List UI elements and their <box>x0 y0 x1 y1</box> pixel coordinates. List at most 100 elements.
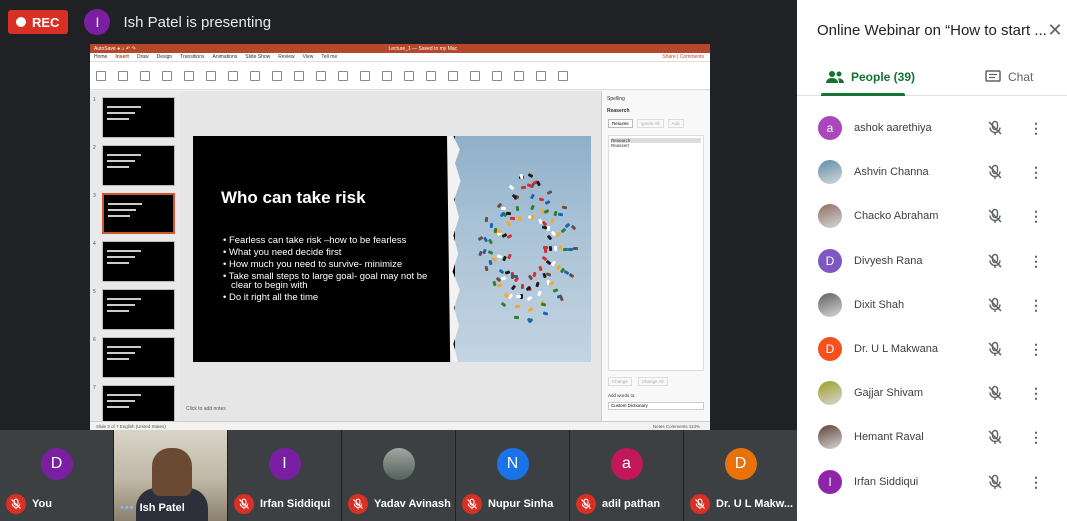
participant-row[interactable]: a ashok aarethiya ⋮ <box>797 106 1067 150</box>
mic-off-icon[interactable] <box>987 253 1003 269</box>
ribbon-tool-icon[interactable] <box>206 70 216 81</box>
participant-tile[interactable]: ••• Ish Patel <box>114 430 227 521</box>
more-options-icon[interactable]: ⋮ <box>1029 207 1043 225</box>
slide-thumbnail[interactable] <box>102 337 175 378</box>
more-options-icon[interactable]: ⋮ <box>1029 119 1043 137</box>
shared-screen[interactable]: AutoSave ● ⌂ ↶ ↷ Lecture_1 — Saved to my… <box>90 44 710 430</box>
slide-thumbnail[interactable] <box>102 97 175 138</box>
ribbon-tool-icon[interactable] <box>228 70 238 81</box>
ribbon-tool-icon[interactable] <box>250 70 260 81</box>
ribbon-tool-icon[interactable] <box>294 70 304 81</box>
tab-people[interactable]: People (39) <box>825 58 915 96</box>
ribbon-tool-icon[interactable] <box>96 70 106 81</box>
ppt-menu-insert[interactable]: Insert <box>115 54 129 60</box>
tab-chat[interactable]: Chat <box>985 58 1033 96</box>
mic-off-icon[interactable] <box>987 208 1003 224</box>
slide-thumbnail[interactable] <box>102 289 175 330</box>
ignore-all-button[interactable]: Ignore All <box>636 119 664 128</box>
dictionary-select[interactable]: Custom Dictionary <box>608 402 704 410</box>
participant-row[interactable]: I Irfan Siddiqui ⋮ <box>797 460 1067 504</box>
ribbon-tool-icon[interactable] <box>448 70 458 81</box>
ribbon-tool-icon[interactable] <box>118 70 128 81</box>
participant-tile[interactable]: D You <box>0 430 113 521</box>
participant-row[interactable]: Hemant Raval ⋮ <box>797 415 1067 459</box>
more-options-icon[interactable]: ⋮ <box>1029 473 1043 491</box>
spelling-suggestion[interactable]: Reassert <box>611 143 701 148</box>
participant-row[interactable]: D Divyesh Rana ⋮ <box>797 239 1067 283</box>
participant-tile[interactable]: Yadav Avinash <box>342 430 455 521</box>
skydiver-shape <box>536 180 542 187</box>
thumbnail-text-line <box>107 256 135 258</box>
resume-button[interactable]: Resume <box>608 119 633 128</box>
notes-placeholder[interactable]: Click to add notes <box>186 406 226 412</box>
change-all-button[interactable]: Change All <box>637 377 668 386</box>
skydiver-shape <box>570 224 576 231</box>
ribbon-tool-icon[interactable] <box>426 70 436 81</box>
ribbon-tool-icon[interactable] <box>514 70 524 81</box>
panel-title: Online Webinar on “How to start ... <box>817 22 1047 39</box>
ribbon-tool-icon[interactable] <box>558 70 568 81</box>
participant-photo-avatar <box>382 448 415 480</box>
ppt-menu-draw[interactable]: Draw <box>137 54 149 60</box>
participant-row[interactable]: D Dr. U L Makwana ⋮ <box>797 327 1067 371</box>
tile-name: Dr. U L Makw... <box>716 498 794 510</box>
more-options-icon[interactable]: ⋮ <box>1029 252 1043 270</box>
suggestions-list[interactable]: Research Reassert <box>608 135 704 371</box>
ppt-menu-home[interactable]: Home <box>94 54 107 60</box>
mic-off-icon[interactable] <box>987 297 1003 313</box>
skydiver-shape <box>484 265 489 272</box>
ppt-menu-design[interactable]: Design <box>157 54 173 60</box>
ribbon-tool-icon[interactable] <box>140 70 150 81</box>
participant-tile[interactable]: N Nupur Sinha <box>456 430 569 521</box>
ribbon-tool-icon[interactable] <box>470 70 480 81</box>
more-options-icon[interactable]: ⋮ <box>1029 163 1043 181</box>
mic-off-icon[interactable] <box>987 164 1003 180</box>
slide-thumbnail[interactable] <box>102 145 175 186</box>
more-options-icon[interactable]: ⋮ <box>1029 296 1043 314</box>
participant-tile[interactable]: I Irfan Siddiqui <box>228 430 341 521</box>
ppt-menu-slide-show[interactable]: Slide Show <box>245 54 270 60</box>
more-options-icon[interactable]: ⋮ <box>1029 384 1043 402</box>
more-options-icon[interactable]: ⋮ <box>1029 340 1043 358</box>
close-panel-button[interactable]: ✕ <box>1045 20 1065 40</box>
ribbon-tool-icon[interactable] <box>184 70 194 81</box>
add-button[interactable]: Add <box>667 119 684 128</box>
ppt-share-button[interactable]: Share | Comments <box>662 54 710 60</box>
participant-photo-avatar <box>818 160 842 185</box>
skydiver-shape <box>485 217 489 223</box>
change-button[interactable]: Change <box>608 377 632 386</box>
participant-row[interactable]: Gajjar Shivam ⋮ <box>797 371 1067 415</box>
ribbon-tool-icon[interactable] <box>382 70 392 81</box>
side-panel: Online Webinar on “How to start ... ✕ Pe… <box>797 0 1067 521</box>
slide-thumbnail[interactable] <box>102 241 175 282</box>
slide-thumbnail[interactable] <box>102 193 175 234</box>
participant-row[interactable]: Chacko Abraham ⋮ <box>797 194 1067 238</box>
ribbon-tool-icon[interactable] <box>162 70 172 81</box>
mic-off-icon[interactable] <box>987 341 1003 357</box>
mic-off-icon[interactable] <box>987 474 1003 490</box>
skydiver-shape <box>527 172 534 178</box>
ribbon-tool-icon[interactable] <box>338 70 348 81</box>
ribbon-tool-icon[interactable] <box>272 70 282 81</box>
ribbon-tool-icon[interactable] <box>360 70 370 81</box>
slide-thumbnail[interactable] <box>102 385 175 426</box>
participant-tile[interactable]: D Dr. U L Makw... <box>684 430 797 521</box>
ribbon-tool-icon[interactable] <box>316 70 326 81</box>
mic-off-icon[interactable] <box>987 385 1003 401</box>
ppt-menu-review[interactable]: Review <box>278 54 294 60</box>
ppt-menu-tell-me[interactable]: Tell me <box>321 54 337 60</box>
ribbon-tool-icon[interactable] <box>404 70 414 81</box>
ppt-menu-animations[interactable]: Animations <box>213 54 238 60</box>
skydiver-shape <box>568 273 575 279</box>
participant-tile[interactable]: a adil pathan <box>570 430 683 521</box>
ppt-menu-transitions[interactable]: Transitions <box>180 54 204 60</box>
ppt-menu-view[interactable]: View <box>303 54 314 60</box>
ribbon-tool-icon[interactable] <box>536 70 546 81</box>
participant-row[interactable]: Dixit Shah ⋮ <box>797 283 1067 327</box>
participant-row[interactable]: Ashvin Channa ⋮ <box>797 150 1067 194</box>
current-slide[interactable]: Who can take risk • Fearless can take ri… <box>193 136 591 362</box>
mic-off-icon[interactable] <box>987 120 1003 136</box>
mic-off-icon[interactable] <box>987 429 1003 445</box>
more-options-icon[interactable]: ⋮ <box>1029 428 1043 446</box>
ribbon-tool-icon[interactable] <box>492 70 502 81</box>
